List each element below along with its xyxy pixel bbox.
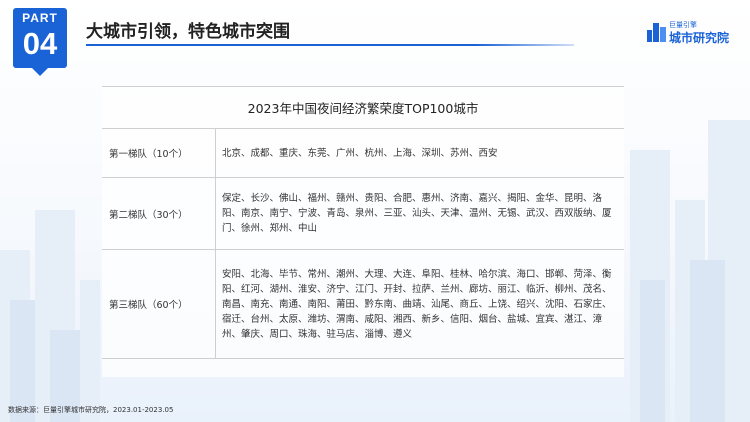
part-badge: PART 04 [13,8,67,76]
tier-label: 第三梯队（60个） [102,249,216,359]
table-title: 2023年中国夜间经济繁荣度TOP100城市 [102,86,624,129]
tier-label: 第二梯队（30个） [102,177,216,250]
table-row: 第三梯队（60个） 安阳、北海、毕节、常州、潮州、大理、大连、阜阳、桂林、哈尔滨… [102,249,624,359]
brand-logo: 巨量引擎 城市研究院 [647,20,742,45]
table-row: 第二梯队（30个） 保定、长沙、佛山、福州、赣州、贵阳、合肥、惠州、济南、嘉兴、… [102,177,624,250]
city-tier-table: 2023年中国夜间经济繁荣度TOP100城市 第一梯队（10个） 北京、成都、重… [102,86,624,359]
badge-part-number: 04 [22,26,58,61]
data-source-footnote: 数据来源：巨量引擎城市研究院，2023.01-2023.05 [8,406,174,414]
tier-label: 第一梯队（10个） [102,128,216,178]
tier-cities: 安阳、北海、毕节、常州、潮州、大理、大连、阜阳、桂林、哈尔滨、海口、邯郸、菏泽、… [215,249,624,359]
tier-cities: 北京、成都、重庆、东莞、广州、杭州、上海、深圳、苏州、西安 [215,128,624,178]
page-title: 大城市引领，特色城市突围 [86,22,290,42]
title-underline [86,44,574,46]
table-row: 第一梯队（10个） 北京、成都、重庆、东莞、广州、杭州、上海、深圳、苏州、西安 [102,128,624,178]
city-buildings-icon [647,23,666,42]
badge-part-label: PART [22,11,58,25]
brand-name: 城市研究院 [669,31,730,45]
tier-cities: 保定、长沙、佛山、福州、赣州、贵阳、合肥、惠州、济南、嘉兴、揭阳、金华、昆明、洛… [215,177,624,250]
